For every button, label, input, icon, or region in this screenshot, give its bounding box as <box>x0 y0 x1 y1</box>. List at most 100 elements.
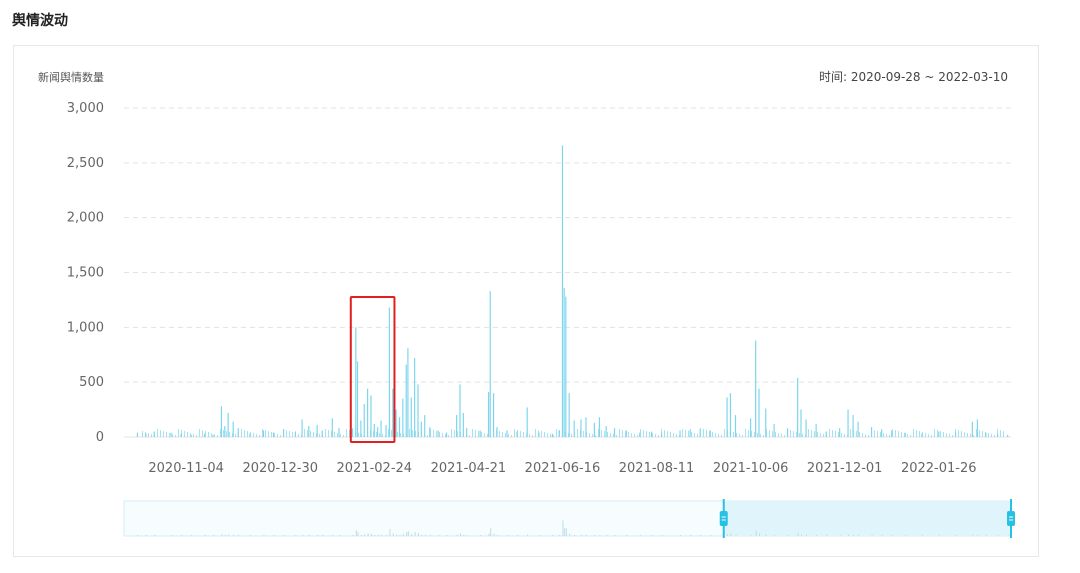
slider-preview-bar <box>137 535 139 536</box>
slider-preview-bar <box>599 534 601 536</box>
bar-baseline <box>313 432 314 437</box>
bar-baseline <box>301 435 302 437</box>
bar-baseline <box>760 434 761 437</box>
slider-preview-bar <box>559 535 561 536</box>
slider-preview-bar <box>490 528 492 536</box>
slider-preview-bar <box>955 535 957 536</box>
bar-baseline <box>223 430 224 437</box>
bar <box>445 432 448 437</box>
bar-baseline <box>901 432 902 437</box>
bar <box>689 429 691 437</box>
bar <box>136 432 139 437</box>
bar-baseline <box>241 429 242 437</box>
bar-baseline <box>670 432 671 437</box>
bar-baseline <box>166 432 167 437</box>
bar-baseline <box>307 430 308 437</box>
slider-preview-bar <box>848 534 850 536</box>
bar <box>224 426 226 437</box>
slider-preview-bar <box>381 535 383 536</box>
bar-baseline <box>976 429 977 437</box>
bar-baseline <box>832 430 833 437</box>
slider-preview-bar <box>411 533 413 536</box>
bar-baseline <box>286 430 287 437</box>
slider-preview-bar <box>801 534 803 536</box>
slider-preview-bar <box>938 535 940 536</box>
bar-series <box>136 145 1009 437</box>
bar-baseline <box>745 429 746 437</box>
slider-handle-left[interactable] <box>719 511 728 526</box>
bar-baseline <box>460 432 461 437</box>
bar <box>424 415 426 437</box>
slider-preview-bar <box>727 533 729 536</box>
bar-baseline <box>493 429 494 437</box>
bar-baseline <box>544 432 545 437</box>
bar-baseline <box>340 434 341 437</box>
bar-baseline <box>532 435 533 437</box>
bar-baseline <box>526 433 527 437</box>
bar-baseline <box>982 431 983 437</box>
bar-baseline <box>196 435 197 437</box>
slider-preview-bar <box>977 535 979 536</box>
bar <box>881 429 883 437</box>
bar-baseline <box>280 435 281 437</box>
bar-baseline <box>757 433 758 437</box>
slider-preview-bar <box>221 534 223 536</box>
bar-baseline <box>406 435 407 437</box>
bar-baseline <box>790 430 791 437</box>
bar-baseline <box>805 435 806 437</box>
bar <box>402 398 404 437</box>
slider-preview-bar <box>881 535 883 536</box>
bar-baseline <box>895 430 896 437</box>
bar-baseline <box>172 434 173 437</box>
bar-baseline <box>391 430 392 437</box>
bar-baseline <box>361 434 362 437</box>
bar-baseline <box>154 435 155 437</box>
bar-baseline <box>601 430 602 437</box>
slider-preview-bar <box>204 535 206 536</box>
slider-preview-bar <box>181 535 183 536</box>
bar-baseline <box>622 430 623 437</box>
bar-baseline <box>568 433 569 437</box>
bar <box>568 393 570 437</box>
bar-baseline <box>871 429 872 437</box>
bar-baseline <box>838 432 839 437</box>
bar-baseline <box>337 433 338 437</box>
bar-baseline <box>865 434 866 437</box>
bar-baseline <box>475 430 476 437</box>
bar-baseline <box>556 429 557 437</box>
bar <box>437 430 439 437</box>
bar-baseline <box>742 435 743 437</box>
slider-preview-bar <box>858 535 860 536</box>
bar-baseline <box>640 429 641 437</box>
bar-baseline <box>772 431 773 437</box>
slider-handle-right[interactable] <box>1007 511 1015 526</box>
slider-preview-bar <box>355 530 357 536</box>
slider-preview-bar <box>730 533 732 536</box>
slider-preview-bar <box>283 535 285 536</box>
slider-preview-bar <box>700 535 702 536</box>
bar-baseline <box>367 429 368 437</box>
y-tick-label: 2,500 <box>67 156 104 171</box>
bar-baseline <box>940 431 941 437</box>
bar-baseline <box>934 429 935 437</box>
slider-preview-bar <box>392 533 394 536</box>
bar-baseline <box>247 431 248 437</box>
slider-preview-bar <box>661 535 663 536</box>
bar-baseline <box>331 431 332 437</box>
slider-preview-bar <box>480 535 482 536</box>
bar-baseline <box>268 431 269 437</box>
slider-preview-bar <box>446 535 448 536</box>
bar-baseline <box>769 430 770 437</box>
slider-preview-bar <box>295 535 297 536</box>
slider-preview-bar <box>538 535 540 536</box>
bar <box>847 409 849 437</box>
bar-baseline <box>928 434 929 437</box>
zoom-slider[interactable] <box>123 499 1015 538</box>
bar-baseline <box>370 430 371 437</box>
slider-preview-bar <box>352 535 354 536</box>
bar-baseline <box>781 434 782 437</box>
slider-preview-bar <box>406 532 408 536</box>
bar-baseline <box>169 433 170 437</box>
x-tick-label: 2020-12-30 <box>242 461 318 476</box>
slider-preview-bar <box>585 534 587 536</box>
